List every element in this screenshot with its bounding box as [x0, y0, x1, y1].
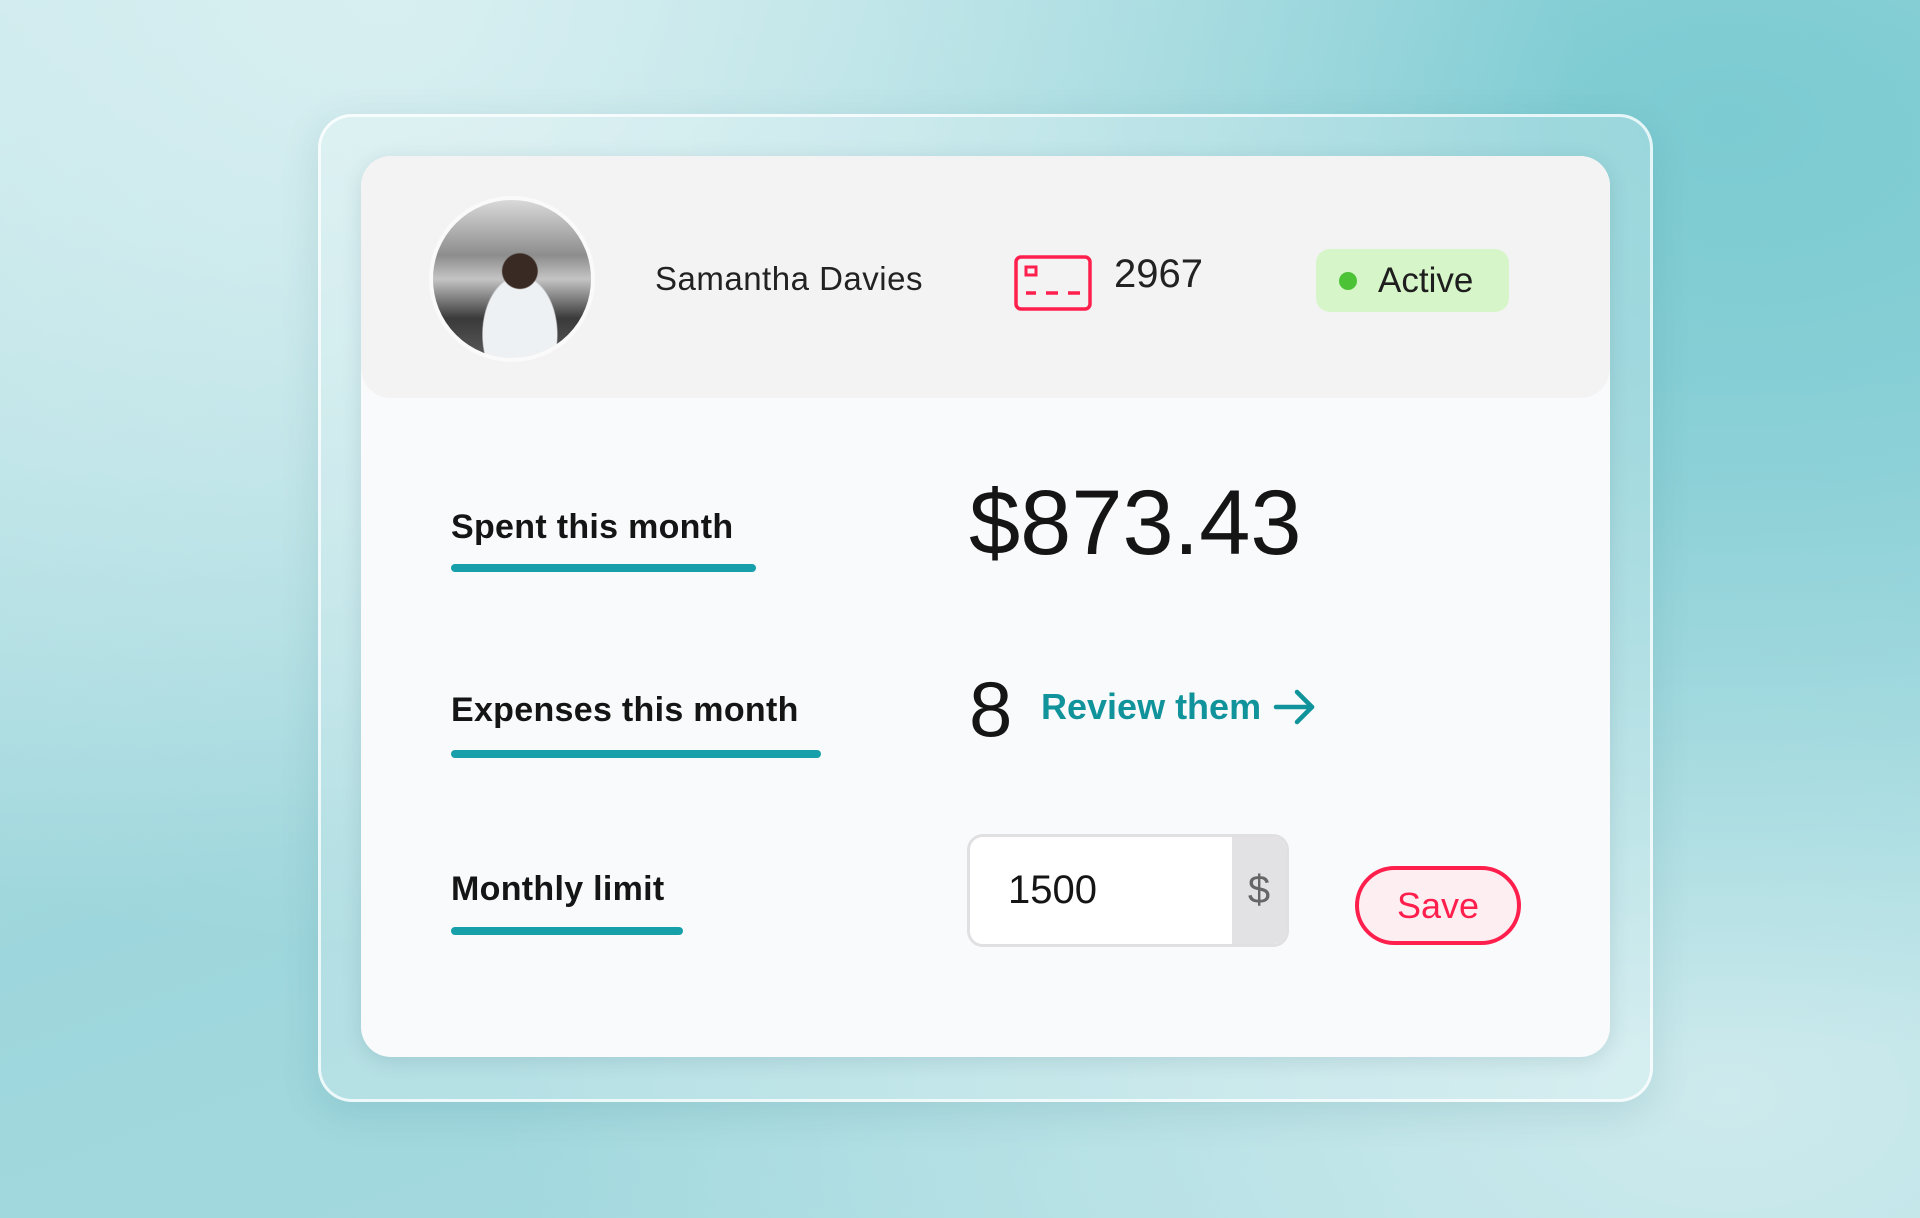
- save-button[interactable]: Save: [1355, 866, 1521, 945]
- spent-underline: [451, 564, 756, 572]
- limit-underline: [451, 927, 683, 935]
- user-name: Samantha Davies: [655, 260, 923, 297]
- status-dot-icon: [1339, 272, 1357, 290]
- arrow-right-icon: [1273, 689, 1315, 725]
- review-link-text: Review them: [1041, 686, 1262, 727]
- expenses-label: Expenses this month: [451, 691, 799, 729]
- expenses-underline: [451, 750, 821, 758]
- status-badge: Active: [1316, 249, 1509, 312]
- limit-label: Monthly limit: [451, 870, 665, 908]
- card-panel: Samantha Davies 2967 Active Spent this m…: [361, 156, 1610, 1057]
- expenses-count: 8: [969, 665, 1013, 753]
- card-header: Samantha Davies 2967 Active: [361, 156, 1610, 398]
- card-last-digits: 2967: [1114, 252, 1203, 296]
- spent-amount: $873.43: [969, 472, 1302, 574]
- monthly-limit-input[interactable]: [970, 837, 1232, 944]
- monthly-limit-field: $: [967, 834, 1289, 947]
- review-expenses-link[interactable]: Review them: [1041, 686, 1317, 728]
- currency-suffix: $: [1232, 837, 1286, 944]
- spent-label: Spent this month: [451, 508, 734, 546]
- status-text: Active: [1378, 261, 1474, 300]
- avatar: [429, 196, 595, 362]
- credit-card-icon: [1014, 255, 1092, 311]
